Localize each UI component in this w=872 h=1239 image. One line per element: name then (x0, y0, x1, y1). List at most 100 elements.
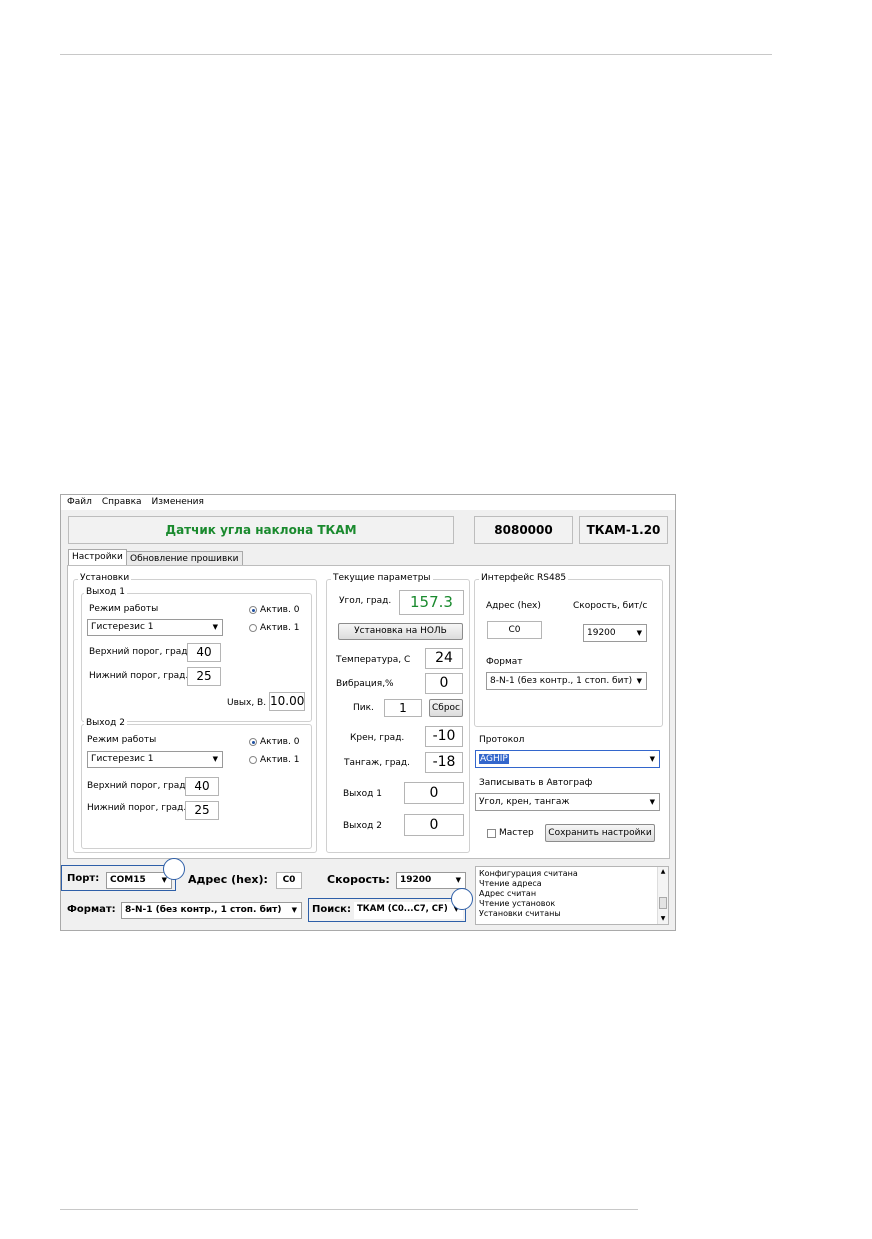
peak-value: 1 (384, 699, 422, 717)
chevron-down-icon: ▼ (636, 629, 642, 637)
output1-upper-label: Верхний порог, град. (89, 647, 191, 657)
port-value: COM15 (110, 875, 146, 885)
menu-file[interactable]: Файл (67, 497, 92, 507)
output2-active1-label: Актив. 1 (260, 755, 300, 765)
vibration-label: Вибрация,% (336, 679, 394, 689)
output1-lower-input[interactable]: 25 (187, 667, 221, 686)
serial-number: 8080000 (494, 523, 553, 537)
output2-upper-input[interactable]: 40 (185, 777, 219, 796)
chevron-down-icon: ▼ (649, 755, 655, 763)
log-list[interactable]: Конфигурация считана Чтение адреса Адрес… (475, 866, 669, 925)
output2-mode-select[interactable]: Гистерезис 1 ▼ (87, 751, 223, 768)
output2-mode-value: Гистерезис 1 (91, 754, 154, 764)
out2-state-value: 0 (404, 814, 464, 836)
write-autograph-value: Угол, крен, тангаж (479, 797, 570, 807)
save-settings-button[interactable]: Сохранить настройки (545, 824, 655, 842)
output1-active1-label: Актив. 1 (260, 623, 300, 633)
temperature-label: Температура, С (336, 655, 411, 665)
bottom-format-value: 8-N-1 (без контр., 1 стоп. бит) (125, 905, 282, 915)
rs485-format-value: 8-N-1 (без контр., 1 стоп. бит) (490, 676, 633, 686)
pitch-value: -18 (425, 752, 463, 773)
output1-active1-radio[interactable] (249, 624, 257, 632)
firmware-version: ТКАМ-1.20 (586, 523, 661, 537)
roll-label: Крен, град. (350, 733, 405, 743)
bottom-speed-select[interactable]: 19200 ▼ (396, 872, 466, 889)
reset-peak-button[interactable]: Сброс (429, 699, 463, 717)
settings-panel: Установки Выход 1 Режим работы Актив. 0 … (67, 565, 670, 859)
menu-bar: Файл Справка Изменения (61, 495, 675, 510)
callout-circle-2 (451, 888, 473, 910)
bottom-addr-input[interactable]: C0 (276, 872, 302, 889)
search-label: Поиск: (312, 904, 351, 915)
rs485-format-select[interactable]: 8-N-1 (без контр., 1 стоп. бит) ▼ (486, 672, 647, 690)
bottom-rule (60, 1209, 638, 1210)
out2-state-label: Выход 2 (343, 821, 382, 831)
out1-state-label: Выход 1 (343, 789, 382, 799)
bottom-format-select[interactable]: 8-N-1 (без контр., 1 стоп. бит) ▼ (121, 902, 302, 919)
chevron-down-icon: ▼ (455, 876, 461, 884)
uout-label: Uвых, В. (227, 698, 267, 708)
protocol-value: AGHIP (479, 754, 509, 764)
roll-value: -10 (425, 726, 463, 747)
scroll-down-icon[interactable]: ▼ (658, 914, 668, 924)
rs485-speed-select[interactable]: 19200 ▼ (583, 624, 647, 642)
output1-mode-label: Режим работы (89, 604, 159, 614)
serial-box: 8080000 (474, 516, 573, 544)
menu-help[interactable]: Справка (102, 497, 142, 507)
top-rule (60, 54, 772, 55)
rs485-addr-input[interactable]: C0 (487, 621, 542, 639)
chevron-down-icon: ▼ (212, 623, 218, 631)
angle-value: 157.3 (410, 593, 453, 611)
output2-lower-input[interactable]: 25 (185, 801, 219, 820)
log-line: Конфигурация считана (479, 869, 578, 878)
write-autograph-select[interactable]: Угол, крен, тангаж ▼ (475, 793, 660, 811)
port-label: Порт: (67, 873, 100, 884)
chevron-down-icon: ▼ (649, 798, 655, 806)
output2-active0-radio[interactable] (249, 738, 257, 746)
output2-mode-label: Режим работы (87, 735, 157, 745)
menu-changes[interactable]: Изменения (152, 497, 204, 507)
vibration-value: 0 (425, 673, 463, 694)
master-label: Мастер (499, 828, 534, 838)
output1-mode-value: Гистерезис 1 (91, 622, 154, 632)
log-line: Чтение адреса (479, 879, 542, 888)
master-checkbox[interactable] (487, 829, 496, 838)
output1-active0-radio[interactable] (249, 606, 257, 614)
output2-active0-label: Актив. 0 (260, 737, 300, 747)
pitch-label: Тангаж, град. (344, 758, 411, 768)
search-select[interactable]: ТКАМ (C0...C7, CF) ▼ (354, 902, 463, 919)
scroll-thumb[interactable] (659, 897, 667, 909)
settings-group-title: Установки (78, 573, 132, 584)
out1-state-value: 0 (404, 782, 464, 804)
output2-title: Выход 2 (84, 718, 127, 729)
chevron-down-icon: ▼ (212, 755, 218, 763)
rs485-addr-label: Адрес (hex) (486, 601, 541, 611)
version-box: ТКАМ-1.20 (579, 516, 668, 544)
bottom-speed-label: Скорость: (327, 873, 390, 886)
rs485-format-label: Формат (486, 657, 523, 667)
log-line: Чтение установок (479, 899, 556, 908)
log-scrollbar[interactable]: ▲ ▼ (657, 867, 668, 924)
log-line: Установки считаны (479, 909, 561, 918)
log-line: Адрес считан (479, 889, 537, 898)
angle-label: Угол, град. (339, 596, 392, 606)
protocol-select[interactable]: AGHIP ▼ (475, 750, 660, 768)
bottom-addr-label: Адрес (hex): (188, 873, 268, 886)
output1-active0-label: Актив. 0 (260, 605, 300, 615)
output1-mode-select[interactable]: Гистерезис 1 ▼ (87, 619, 223, 636)
write-autograph-label: Записывать в Автограф (479, 778, 593, 788)
output2-active1-radio[interactable] (249, 756, 257, 764)
output1-title: Выход 1 (84, 587, 127, 598)
port-select[interactable]: COM15 ▼ (106, 872, 172, 889)
chevron-down-icon: ▼ (291, 906, 297, 914)
callout-circle-1 (163, 858, 185, 880)
rs485-speed-label: Скорость, бит/с (573, 601, 648, 611)
set-zero-button[interactable]: Установка на НОЛЬ (338, 623, 463, 640)
output2-upper-label: Верхний порог, град. (87, 781, 189, 791)
output1-lower-label: Нижний порог, град. (89, 671, 189, 681)
uout-input[interactable]: 10.00 (269, 692, 305, 711)
device-title-box: Датчик угла наклона ТКАМ (68, 516, 454, 544)
scroll-up-icon[interactable]: ▲ (658, 867, 668, 877)
tab-settings[interactable]: Настройки (68, 549, 127, 565)
output1-upper-input[interactable]: 40 (187, 643, 221, 662)
